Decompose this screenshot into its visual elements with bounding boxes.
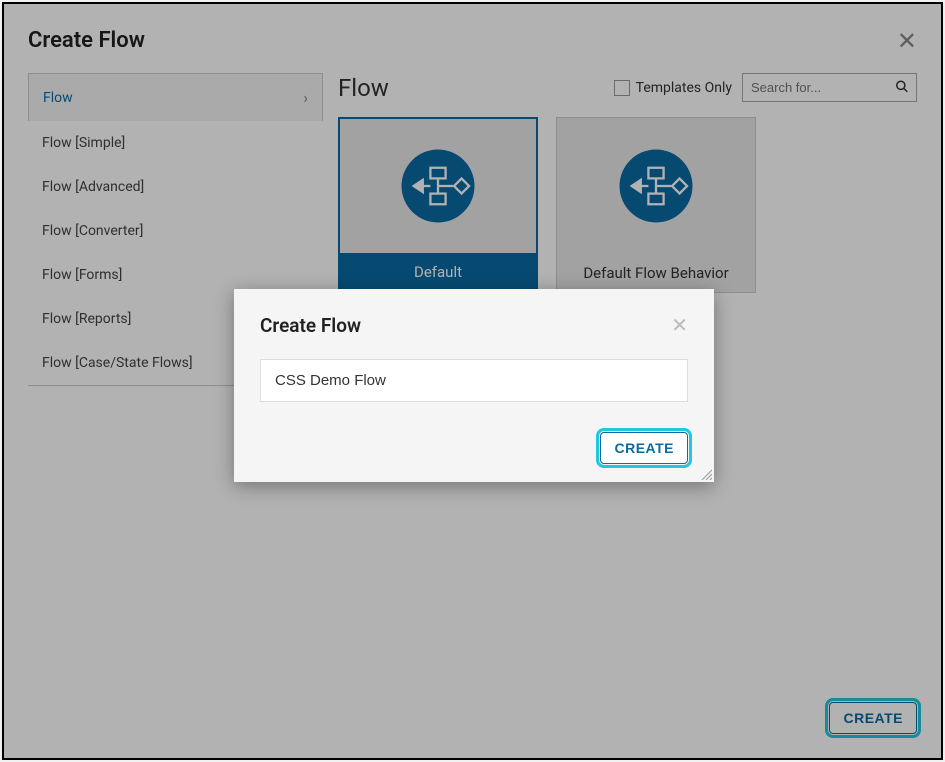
resize-grip-icon[interactable] (700, 468, 712, 480)
name-flow-modal: Create Flow ✕ CREATE (234, 289, 714, 482)
inner-create-button[interactable]: CREATE (600, 432, 688, 464)
flow-name-input[interactable] (260, 359, 688, 402)
close-icon[interactable]: ✕ (671, 313, 688, 337)
inner-modal-footer: CREATE (260, 432, 688, 464)
inner-modal-header: Create Flow ✕ (260, 313, 688, 337)
inner-modal-title: Create Flow (260, 314, 361, 337)
